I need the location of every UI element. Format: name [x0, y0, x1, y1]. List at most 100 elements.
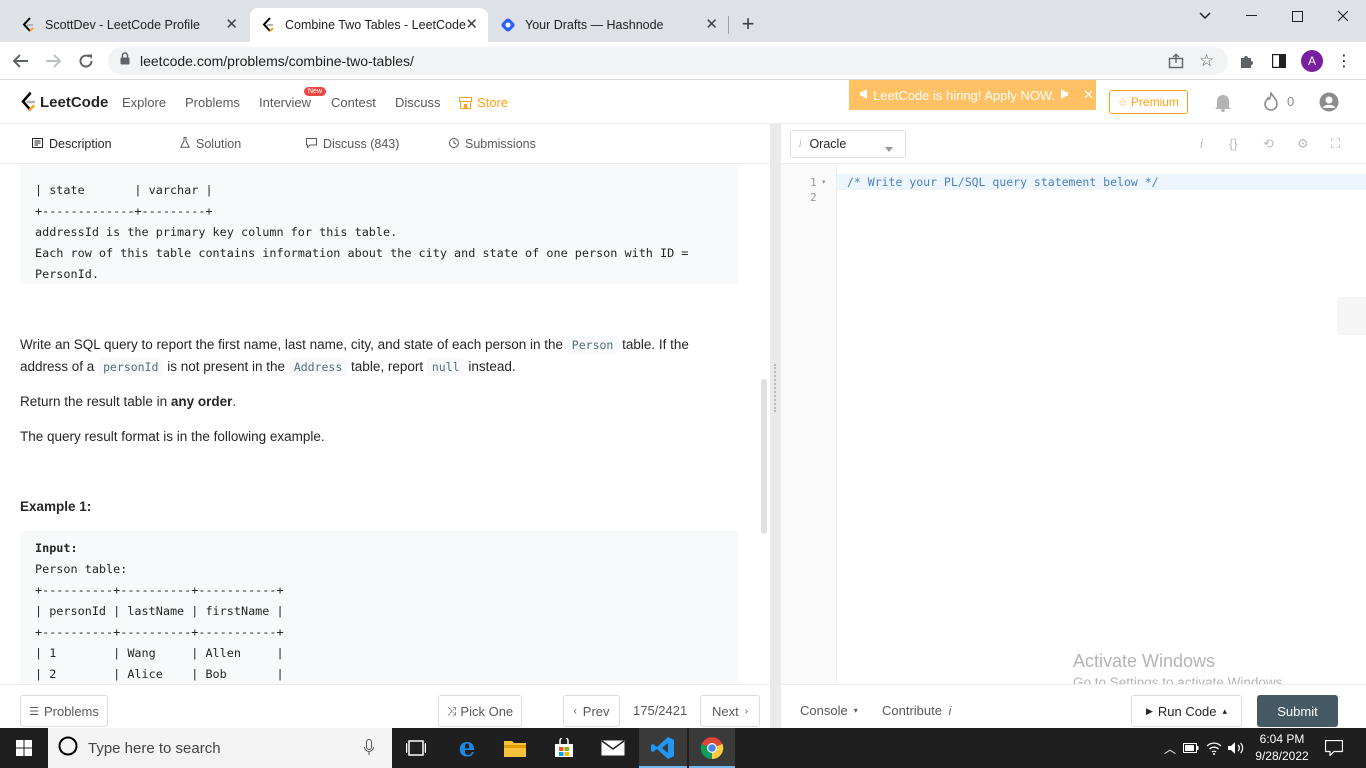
- chrome-taskbar-item[interactable]: [689, 728, 735, 768]
- new-tab-button[interactable]: +: [738, 12, 758, 36]
- megaphone-icon: [1059, 88, 1069, 103]
- nav-discuss[interactable]: Discuss: [395, 95, 441, 110]
- chat-bubble-icon: [306, 137, 317, 151]
- drag-handle-icon[interactable]: [774, 364, 776, 412]
- code-line: Input:: [35, 541, 78, 555]
- code-comment: /* Write your PL/SQL query statement bel…: [847, 175, 1159, 189]
- browser-toolbar: leetcode.com/problems/combine-two-tables…: [0, 42, 1366, 80]
- close-icon[interactable]: ✕: [705, 17, 718, 33]
- task-view-icon[interactable]: [400, 734, 432, 762]
- fire-icon: [1264, 92, 1278, 111]
- kebab-menu-icon[interactable]: ⋮: [1334, 51, 1354, 71]
- profile-avatar[interactable]: A: [1301, 50, 1323, 72]
- chevron-right-icon: ›: [744, 705, 749, 717]
- minimize-icon[interactable]: [1228, 4, 1274, 28]
- browser-tab-strip: ScottDev - LeetCode Profile ✕ Combine Tw…: [0, 0, 1366, 42]
- inline-code: null: [426, 358, 465, 376]
- prev-button[interactable]: ‹ Prev: [563, 695, 620, 727]
- reload-icon[interactable]: [76, 51, 96, 71]
- tab-submissions[interactable]: Submissions: [449, 137, 536, 151]
- file-explorer-icon[interactable]: [499, 734, 531, 762]
- code-line: | personId | lastName | firstName |: [35, 604, 284, 618]
- search-circle-icon: [58, 736, 78, 761]
- close-icon[interactable]: ✕: [465, 17, 478, 33]
- next-button[interactable]: Next ›: [700, 695, 760, 727]
- pane-splitter[interactable]: [770, 124, 781, 728]
- browser-tab-hashnode[interactable]: Your Drafts — Hashnode ✕: [490, 8, 728, 42]
- address-schema-block: | state | varchar | +-------------+-----…: [20, 164, 738, 284]
- console-button[interactable]: Console ▾: [800, 703, 858, 718]
- microsoft-store-icon[interactable]: [548, 734, 580, 762]
- volume-icon[interactable]: [1220, 734, 1252, 762]
- leetcode-header: LeetCode Explore Problems Interview New …: [0, 80, 1366, 124]
- code-editor[interactable]: 1 ▾ 2 /* Write your PL/SQL query stateme…: [781, 164, 1366, 684]
- contribute-button[interactable]: Contribute i: [882, 703, 951, 718]
- settings-gear-icon[interactable]: ⚙: [1297, 136, 1309, 152]
- side-panel-icon[interactable]: [1269, 51, 1289, 71]
- browser-tab-leetcode-profile[interactable]: ScottDev - LeetCode Profile ✕: [10, 8, 248, 42]
- browser-tab-combine-two-tables[interactable]: Combine Two Tables - LeetCode ✕: [250, 8, 488, 42]
- windows-start-icon[interactable]: [8, 734, 40, 762]
- window-close-icon[interactable]: [1320, 4, 1366, 28]
- code-line: +-------------+---------+: [35, 204, 213, 218]
- new-badge: New: [304, 87, 327, 96]
- chevron-up-icon: ▴: [1222, 705, 1227, 716]
- pick-one-button[interactable]: ⤨ Pick One: [438, 695, 522, 727]
- nav-store[interactable]: Store: [459, 95, 508, 110]
- hiring-text: LeetCode is hiring! Apply NOW.: [873, 87, 1056, 103]
- code-line: PersonId.: [35, 267, 99, 281]
- problem-counter: 175/2421: [633, 703, 688, 718]
- nav-explore[interactable]: Explore: [122, 95, 166, 110]
- taskbar-search[interactable]: Type here to search: [48, 728, 392, 768]
- run-code-button[interactable]: ▶ Run Code ▴: [1131, 695, 1242, 727]
- clock-icon: [449, 137, 459, 151]
- language-select[interactable]: i Oracle: [790, 130, 906, 158]
- hiring-banner[interactable]: LeetCode is hiring! Apply NOW. ✕: [849, 80, 1096, 110]
- description-scrollbar[interactable]: [761, 379, 767, 534]
- streak-counter[interactable]: 0: [1263, 92, 1294, 111]
- description-content[interactable]: | state | varchar | +-------------+-----…: [0, 164, 770, 684]
- fold-caret-icon[interactable]: ▾: [822, 178, 826, 186]
- tab-discuss[interactable]: Discuss (843): [306, 137, 399, 151]
- submit-button[interactable]: Submit: [1257, 695, 1338, 727]
- tab-description[interactable]: Description: [32, 137, 112, 151]
- mail-icon[interactable]: [597, 734, 629, 762]
- problem-footer: ☰ Problems ⤨ Pick One ‹ Prev 175/2421 Ne…: [0, 684, 770, 728]
- line-number: 1: [810, 176, 817, 189]
- side-tab-icon[interactable]: [1337, 297, 1366, 335]
- close-icon[interactable]: ✕: [225, 17, 238, 33]
- notifications-icon[interactable]: [1318, 734, 1350, 762]
- shuffle-icon: ⤨: [446, 703, 457, 718]
- caret-down-icon: [885, 141, 893, 155]
- leetcode-logo[interactable]: LeetCode: [20, 92, 108, 112]
- info-icon[interactable]: i: [1200, 136, 1203, 151]
- info-icon: i: [948, 704, 952, 718]
- nav-interview[interactable]: Interview: [259, 95, 311, 110]
- forward-arrow-icon[interactable]: [43, 51, 63, 71]
- share-icon[interactable]: [1168, 53, 1184, 74]
- notification-bell-icon[interactable]: [1214, 93, 1232, 117]
- nav-problems[interactable]: Problems: [185, 95, 240, 110]
- address-bar[interactable]: leetcode.com/problems/combine-two-tables…: [108, 47, 1228, 75]
- tab-solution[interactable]: Solution: [179, 137, 241, 151]
- format-braces-icon[interactable]: {}: [1229, 136, 1238, 151]
- maximize-icon[interactable]: [1274, 4, 1320, 28]
- code-line: | state | varchar |: [35, 183, 213, 197]
- reset-icon[interactable]: ⟲: [1263, 136, 1274, 152]
- banner-close-icon[interactable]: ✕: [1083, 87, 1094, 103]
- system-clock[interactable]: 6:04 PM 9/28/2022: [1254, 731, 1310, 765]
- example-block: Input: Person table: +----------+-------…: [20, 531, 738, 684]
- nav-contest[interactable]: Contest: [331, 95, 376, 110]
- code-line: +----------+----------+-----------+: [35, 583, 284, 597]
- problems-list-button[interactable]: ☰ Problems: [20, 695, 108, 727]
- premium-button[interactable]: ☆ Premium: [1109, 90, 1188, 114]
- back-arrow-icon[interactable]: [11, 51, 31, 71]
- tab-search-chevron-icon[interactable]: [1182, 4, 1228, 28]
- vscode-taskbar-item[interactable]: [639, 728, 687, 768]
- microphone-icon[interactable]: [364, 739, 374, 761]
- extensions-puzzle-icon[interactable]: [1237, 51, 1257, 71]
- bookmark-star-icon[interactable]: ☆: [1199, 52, 1214, 69]
- edge-browser-icon[interactable]: e: [451, 734, 483, 762]
- fullscreen-icon[interactable]: ⛶: [1331, 136, 1340, 152]
- user-avatar-icon[interactable]: [1319, 92, 1339, 117]
